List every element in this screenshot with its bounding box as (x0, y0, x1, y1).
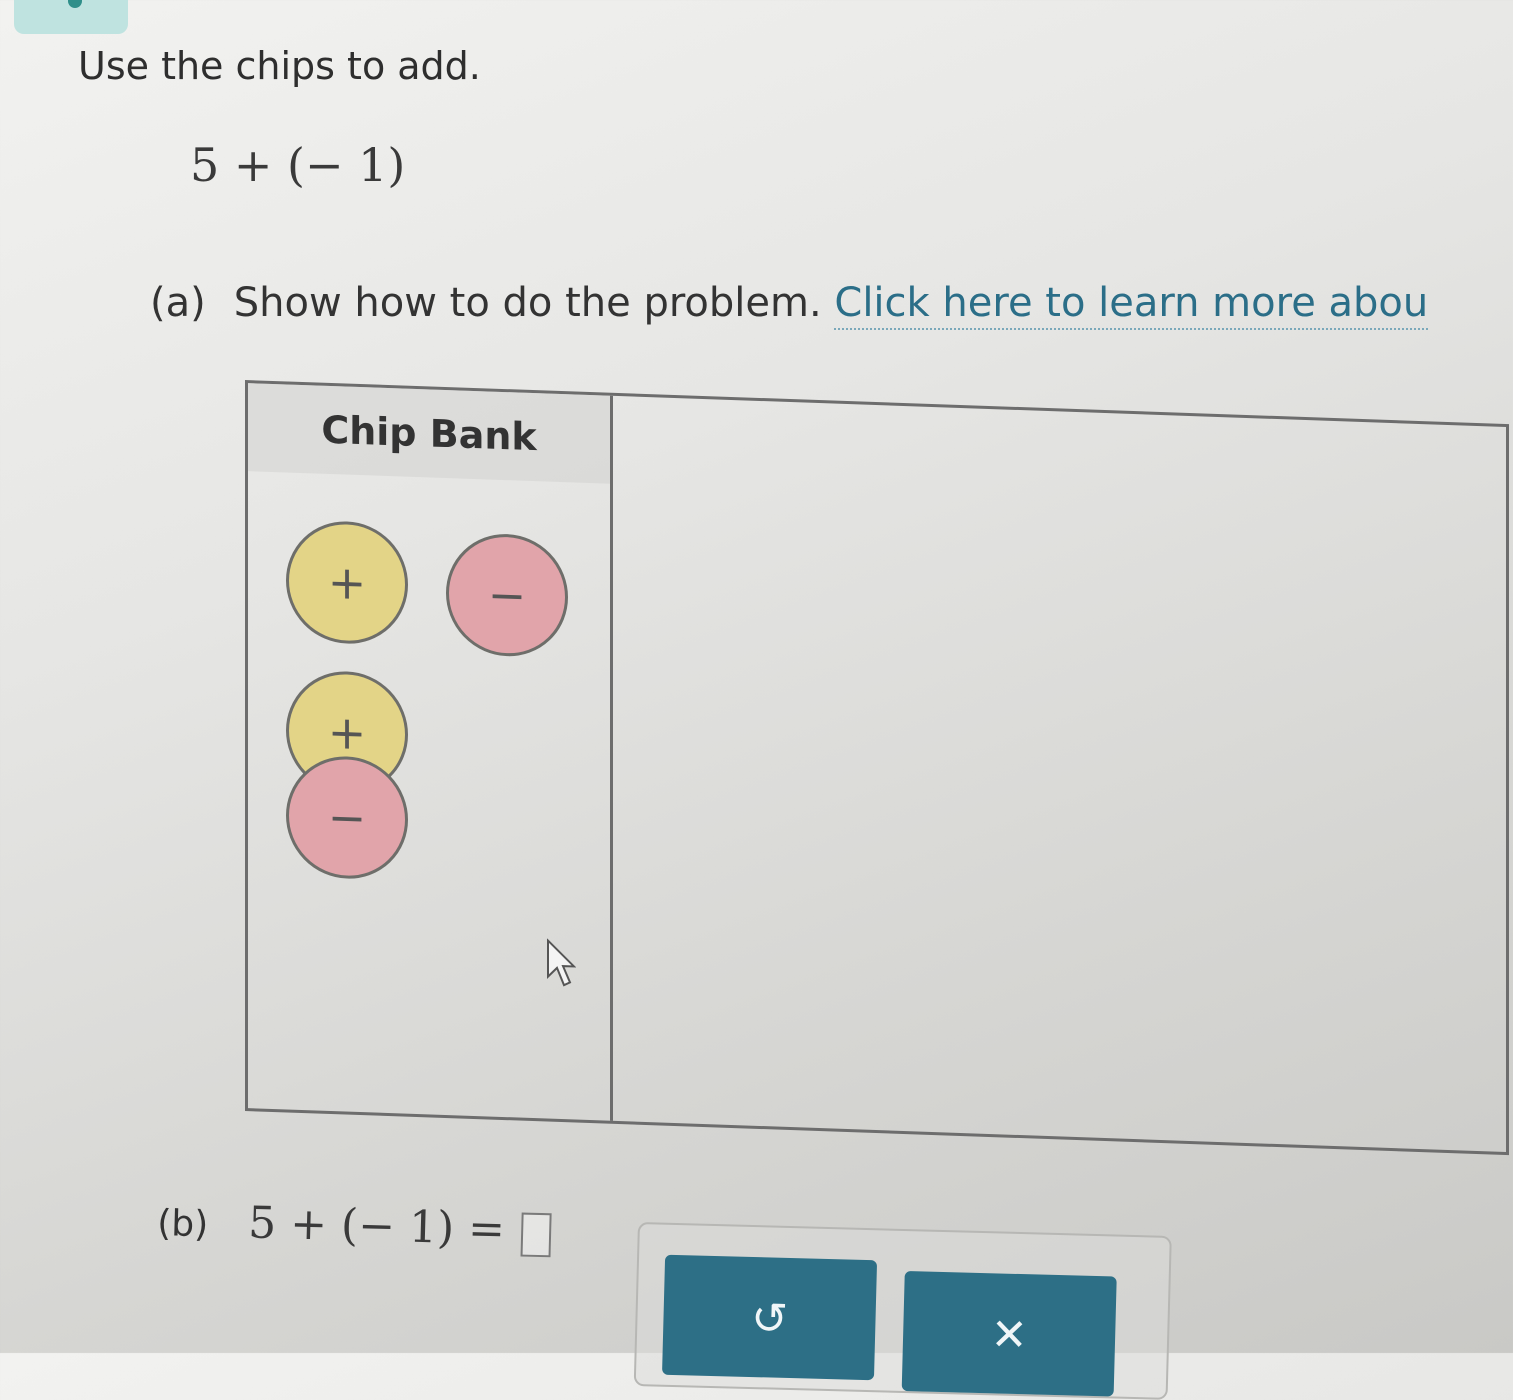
action-panel: ↺ ✕ (633, 1222, 1172, 1400)
top-tab[interactable] (14, 0, 128, 34)
undo-button[interactable]: ↺ (662, 1254, 878, 1381)
negative-chip[interactable]: − (446, 532, 568, 659)
problem-expression: 5 + (− 1) (190, 138, 406, 192)
part-a-text: Show how to do the problem. (233, 280, 822, 326)
learn-more-link[interactable]: Click here to learn more abou (834, 280, 1429, 330)
part-b-prompt: (b) 5 + (− 1) = (156, 1195, 552, 1258)
part-a-label: (a) (150, 280, 206, 326)
chip-bank: Chip Bank + − + − (248, 383, 613, 1121)
answer-input[interactable] (520, 1212, 552, 1258)
clear-button[interactable]: ✕ (901, 1271, 1117, 1397)
part-b-equation: 5 + (− 1) = (247, 1197, 506, 1256)
instruction-text: Use the chips to add. (78, 44, 481, 88)
chip-bank-title: Chip Bank (248, 383, 610, 484)
part-b-label: (b) (156, 1202, 209, 1246)
chip-drop-area[interactable] (613, 396, 1506, 1152)
part-a-prompt: (a) Show how to do the problem. Click her… (150, 280, 1429, 330)
chip-workspace: Chip Bank + − + − (245, 380, 1509, 1156)
undo-icon: ↺ (750, 1293, 789, 1345)
mouse-pointer-icon (547, 938, 576, 987)
chevron-down-icon (68, 0, 82, 8)
positive-chip[interactable]: + (286, 519, 408, 646)
close-icon: ✕ (990, 1309, 1029, 1362)
